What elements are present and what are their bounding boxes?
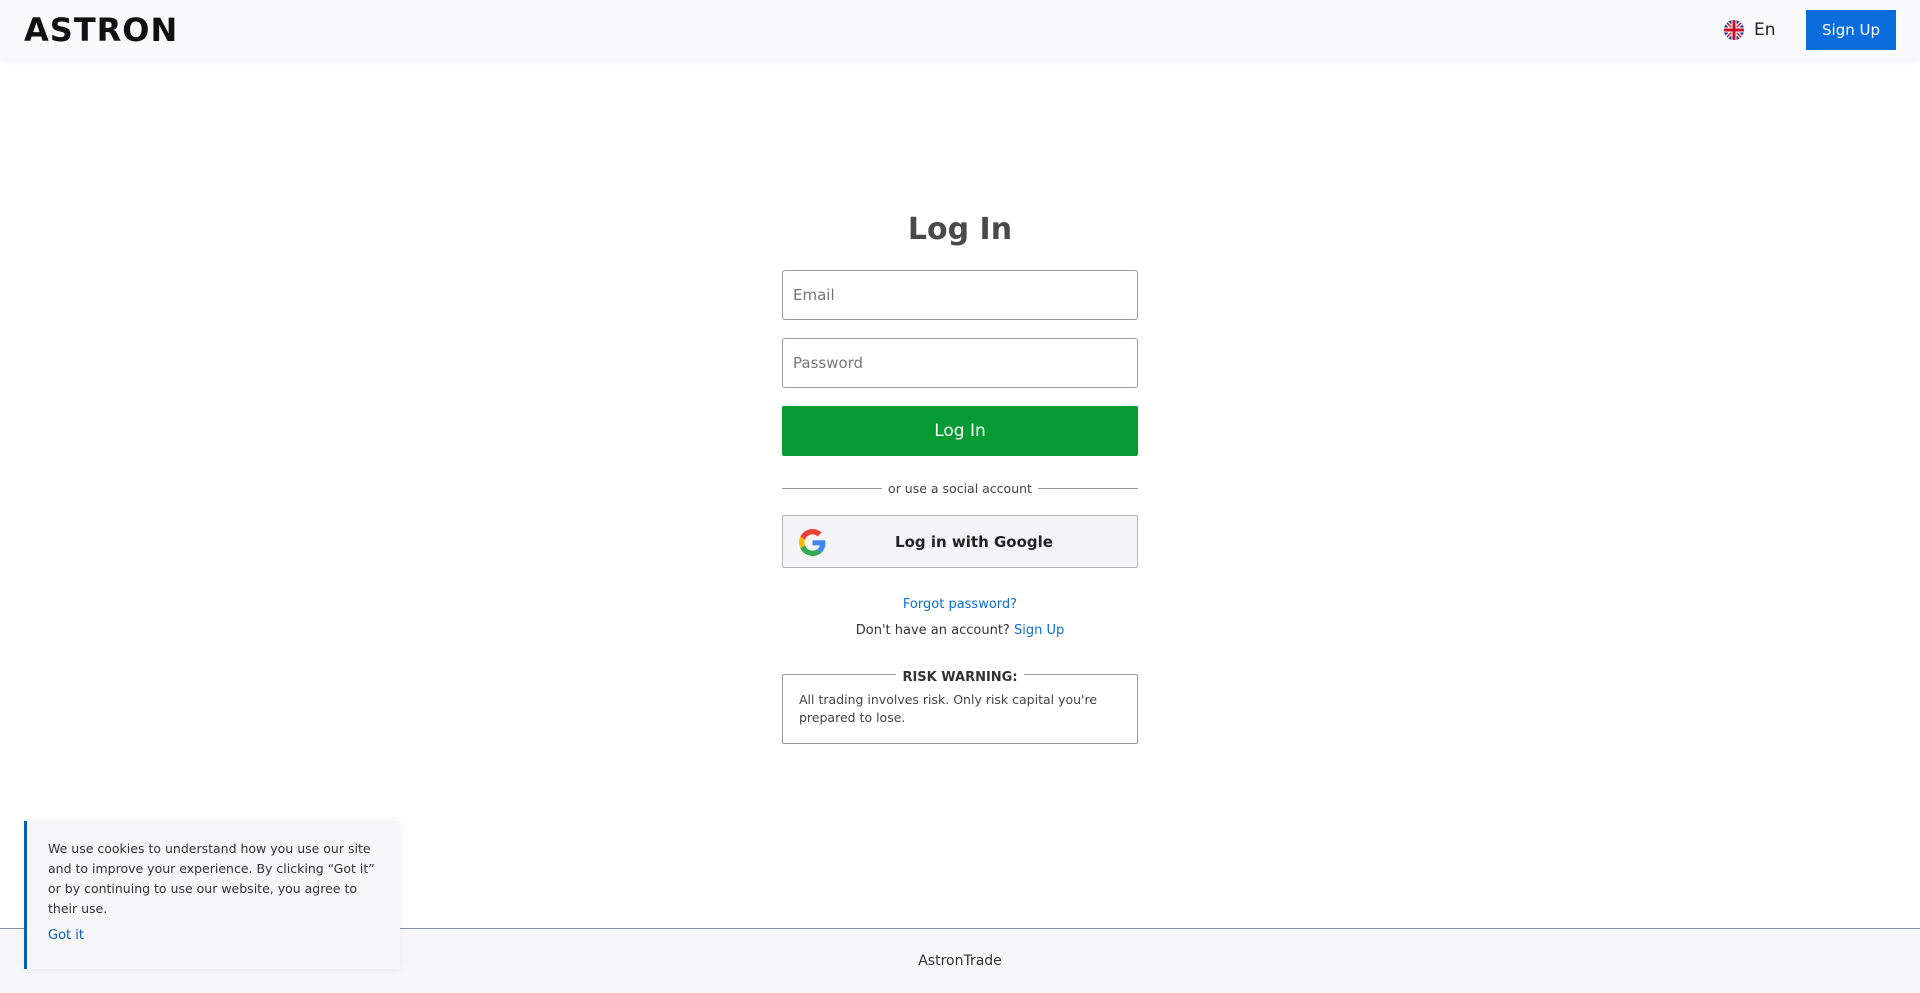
social-divider: or use a social account bbox=[782, 478, 1138, 498]
email-input[interactable] bbox=[782, 270, 1138, 320]
password-input[interactable] bbox=[782, 338, 1138, 388]
divider-line-left bbox=[782, 487, 883, 489]
cookie-text: We use cookies to understand how you use… bbox=[48, 841, 375, 916]
divider-line-right bbox=[1037, 487, 1138, 489]
page-title: Log In bbox=[907, 212, 1013, 247]
google-button-label: Log in with Google bbox=[895, 532, 1053, 551]
forgot-password-link[interactable]: Forgot password? bbox=[782, 596, 1138, 614]
no-account-text: Don't have an account? bbox=[855, 623, 1010, 638]
uk-flag-icon bbox=[1724, 20, 1744, 40]
risk-warning-title-wrap: RISK WARNING: bbox=[783, 666, 1137, 685]
header-signup-button[interactable]: Sign Up bbox=[1806, 10, 1896, 50]
signup-link[interactable]: Sign Up bbox=[1014, 623, 1064, 638]
cookie-banner: We use cookies to understand how you use… bbox=[24, 821, 400, 969]
google-login-button[interactable]: Log in with Google bbox=[782, 515, 1138, 568]
cookie-accept-button[interactable]: Got it bbox=[48, 927, 84, 945]
astron-logo[interactable]: ASTRON bbox=[24, 12, 178, 48]
login-button[interactable]: Log In bbox=[782, 406, 1138, 456]
risk-warning-title: RISK WARNING: bbox=[896, 670, 1024, 685]
language-label: En bbox=[1754, 20, 1776, 40]
language-selector[interactable]: En bbox=[1724, 18, 1776, 42]
no-account-line: Don't have an account? Sign Up bbox=[782, 622, 1138, 640]
divider-text: or use a social account bbox=[888, 480, 1032, 496]
top-header: ASTRON En Sign Up bbox=[0, 0, 1920, 60]
risk-warning-text: All trading involves risk. Only risk cap… bbox=[799, 692, 1098, 725]
footer-brand: AstronTrade bbox=[918, 953, 1002, 969]
google-icon bbox=[799, 529, 826, 556]
risk-warning-box: RISK WARNING: All trading involves risk.… bbox=[782, 670, 1138, 744]
